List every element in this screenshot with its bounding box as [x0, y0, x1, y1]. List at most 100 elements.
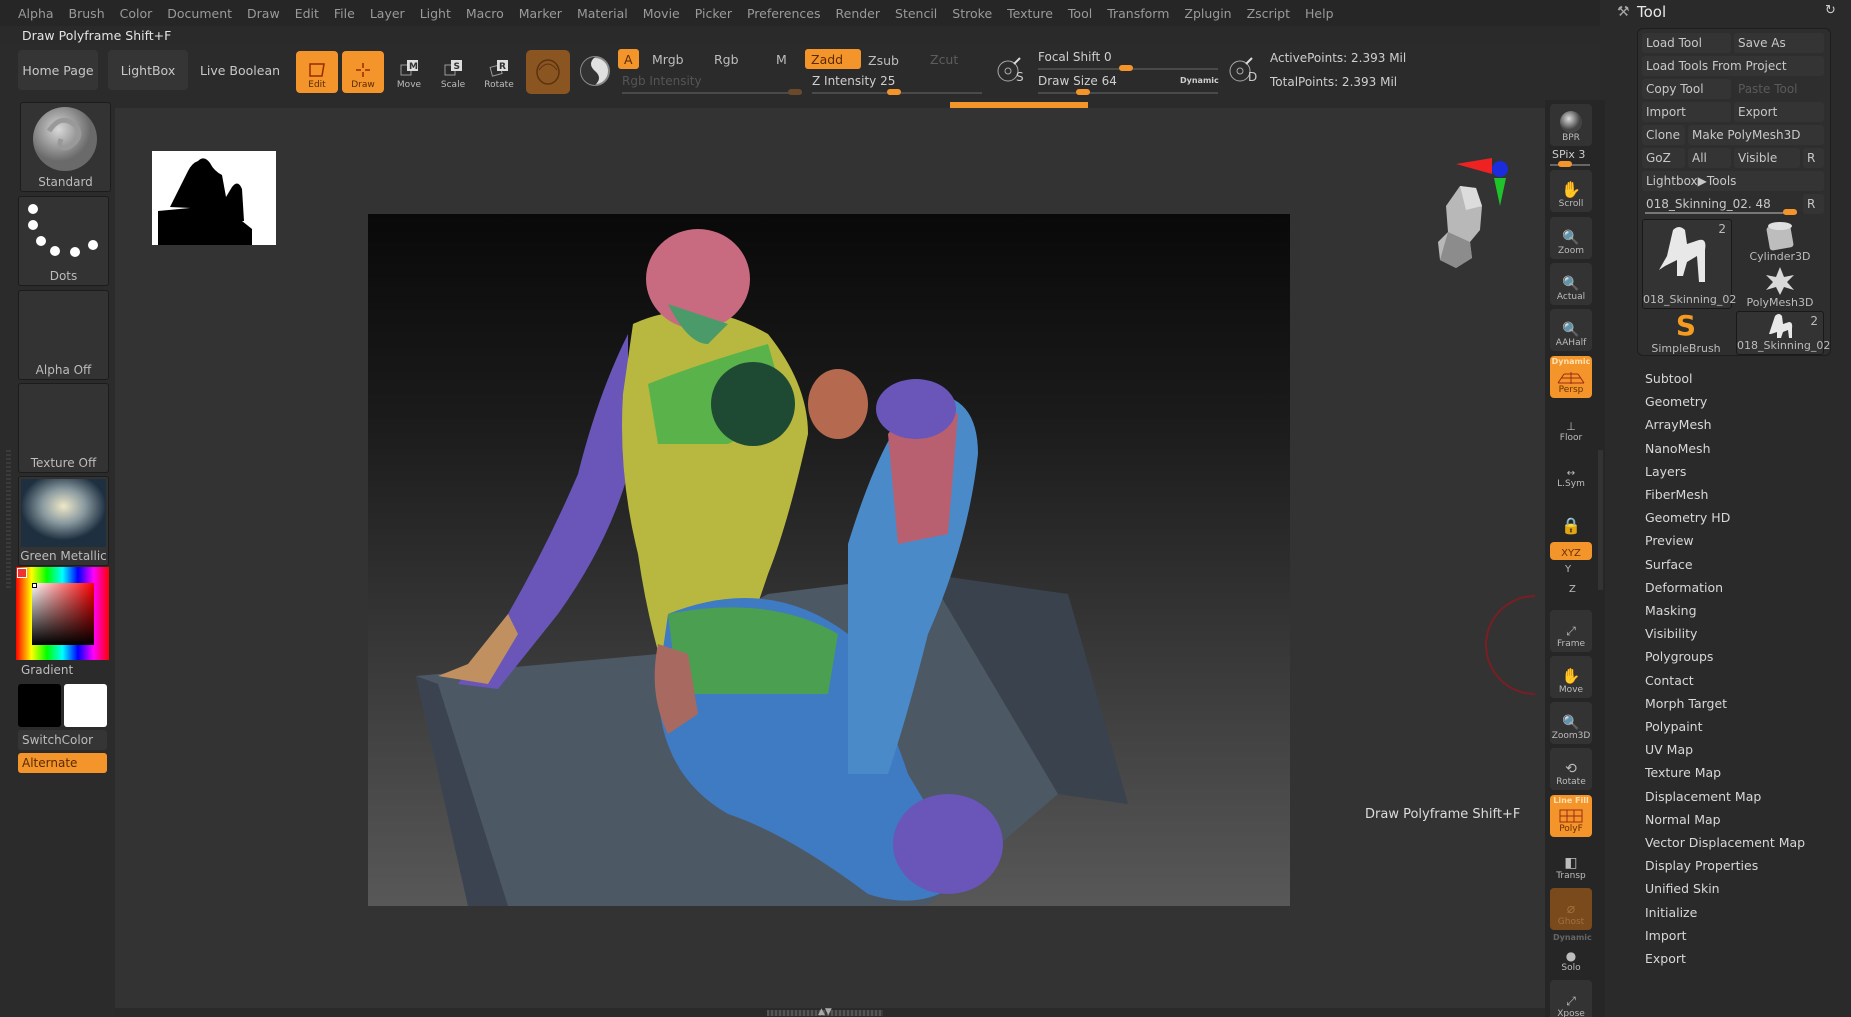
- tool-section-surface[interactable]: Surface: [1645, 557, 1693, 572]
- import-button[interactable]: Import: [1642, 102, 1731, 122]
- tool-section-displacement-map[interactable]: Displacement Map: [1645, 789, 1761, 804]
- tool-section-vector-displacement-map[interactable]: Vector Displacement Map: [1645, 835, 1805, 850]
- alternate-button[interactable]: Alternate: [18, 753, 107, 773]
- draw-size-knob[interactable]: [1076, 89, 1090, 95]
- solo-button[interactable]: ● Solo: [1550, 938, 1592, 976]
- copy-tool-button[interactable]: Copy Tool: [1642, 79, 1731, 99]
- edit-button[interactable]: Edit: [296, 51, 338, 93]
- current-tool-r-button[interactable]: R: [1803, 194, 1824, 214]
- tool-section-geometry[interactable]: Geometry: [1645, 394, 1707, 409]
- menu-edit[interactable]: Edit: [295, 6, 319, 21]
- tool-thumb-skinning-2[interactable]: 2 018_Skinning_02: [1736, 311, 1830, 355]
- menu-movie[interactable]: Movie: [643, 6, 680, 21]
- tool-thumb-polymesh[interactable]: PolyMesh3D: [1736, 265, 1824, 311]
- sculptris-pro-button[interactable]: [526, 50, 570, 94]
- menu-brush[interactable]: Brush: [69, 6, 105, 21]
- d-stroke-button[interactable]: D: [1228, 56, 1258, 86]
- secondary-color-swatch[interactable]: [64, 684, 107, 727]
- switch-color-button[interactable]: SwitchColor: [18, 730, 107, 750]
- tool-thumb-cylinder[interactable]: Cylinder3D: [1736, 219, 1824, 265]
- load-tool-button[interactable]: Load Tool: [1642, 33, 1731, 53]
- tool-section-geometry-hd[interactable]: Geometry HD: [1645, 510, 1730, 525]
- tool-section-layers[interactable]: Layers: [1645, 464, 1686, 479]
- scroll-button[interactable]: ✋ Scroll: [1550, 170, 1592, 212]
- menu-picker[interactable]: Picker: [695, 6, 732, 21]
- tool-section-preview[interactable]: Preview: [1645, 533, 1694, 548]
- save-as-button[interactable]: Save As: [1734, 33, 1824, 53]
- move3d-button[interactable]: ✋ Move: [1550, 656, 1592, 698]
- tool-section-import[interactable]: Import: [1645, 928, 1687, 943]
- panel-reset-icon[interactable]: ↻: [1825, 3, 1836, 18]
- z-intensity-knob[interactable]: [887, 89, 901, 95]
- clone-button[interactable]: Clone: [1642, 125, 1685, 145]
- menu-zplugin[interactable]: Zplugin: [1184, 6, 1231, 21]
- draw-size-slider[interactable]: [1038, 92, 1218, 94]
- menu-document[interactable]: Document: [167, 6, 232, 21]
- lock-camera-button[interactable]: 🔒: [1550, 496, 1592, 538]
- menu-light[interactable]: Light: [420, 6, 451, 21]
- left-shelf-scrollbar[interactable]: [6, 450, 11, 590]
- stroke-selector[interactable]: Dots: [18, 196, 109, 286]
- tool-section-texture-map[interactable]: Texture Map: [1645, 765, 1721, 780]
- menu-alpha[interactable]: Alpha: [18, 6, 54, 21]
- rgb-intensity-knob[interactable]: [788, 89, 802, 95]
- paste-tool-button[interactable]: Paste Tool: [1734, 79, 1824, 99]
- xpose-button[interactable]: ⤢ Xpose: [1550, 980, 1592, 1017]
- tool-section-deformation[interactable]: Deformation: [1645, 580, 1723, 595]
- goz-r-button[interactable]: R: [1803, 148, 1824, 168]
- color-saturation-square[interactable]: [32, 583, 94, 645]
- zadd-toggle[interactable]: Zadd: [805, 49, 861, 69]
- color-cursor[interactable]: [32, 583, 37, 588]
- make-polymesh-button[interactable]: Make PolyMesh3D: [1688, 125, 1824, 145]
- bpr-button[interactable]: BPR: [1550, 104, 1592, 146]
- actual-button[interactable]: 🔍 Actual: [1550, 263, 1592, 305]
- goz-visible-button[interactable]: Visible: [1734, 148, 1800, 168]
- zsub-toggle[interactable]: Zsub: [862, 50, 905, 70]
- tool-section-nanomesh[interactable]: NanoMesh: [1645, 441, 1711, 456]
- m-toggle[interactable]: M: [770, 49, 793, 69]
- menu-render[interactable]: Render: [836, 6, 881, 21]
- menu-layer[interactable]: Layer: [370, 6, 405, 21]
- load-tools-from-project-button[interactable]: Load Tools From Project: [1642, 56, 1824, 76]
- tool-panel-title[interactable]: Tool: [1637, 3, 1666, 21]
- current-tool-knob[interactable]: [1783, 209, 1797, 215]
- menu-stencil[interactable]: Stencil: [895, 6, 937, 21]
- document-viewport[interactable]: [368, 214, 1290, 906]
- menu-tool[interactable]: Tool: [1068, 6, 1092, 21]
- primary-color-swatch[interactable]: [18, 684, 61, 727]
- menu-draw[interactable]: Draw: [247, 6, 280, 21]
- tool-section-contact[interactable]: Contact: [1645, 673, 1694, 688]
- tool-section-visibility[interactable]: Visibility: [1645, 626, 1697, 641]
- tool-section-initialize[interactable]: Initialize: [1645, 905, 1697, 920]
- tool-section-subtool[interactable]: Subtool: [1645, 371, 1692, 386]
- floor-button[interactable]: ⊥ Floor: [1550, 404, 1592, 446]
- tool-thumb-skinning[interactable]: 2 018_Skinning_02: [1642, 219, 1736, 309]
- tool-section-polypaint[interactable]: Polypaint: [1645, 719, 1703, 734]
- tool-section-unified-skin[interactable]: Unified Skin: [1645, 881, 1720, 896]
- transp-button[interactable]: ◧ Transp: [1550, 842, 1592, 884]
- tool-section-arraymesh[interactable]: ArrayMesh: [1645, 417, 1712, 432]
- tool-section-morph-target[interactable]: Morph Target: [1645, 696, 1727, 711]
- goz-all-button[interactable]: All: [1688, 148, 1731, 168]
- menu-preferences[interactable]: Preferences: [747, 6, 821, 21]
- lightbox-tools-button[interactable]: Lightbox▶Tools: [1642, 171, 1824, 191]
- menu-texture[interactable]: Texture: [1007, 6, 1053, 21]
- ghost-button[interactable]: ⌀ Ghost: [1550, 888, 1592, 930]
- tool-section-polygroups[interactable]: Polygroups: [1645, 649, 1713, 664]
- tool-section-uv-map[interactable]: UV Map: [1645, 742, 1693, 757]
- lsym-button[interactable]: ↔ L.Sym: [1550, 450, 1592, 492]
- menu-material[interactable]: Material: [577, 6, 628, 21]
- scale-button[interactable]: S Scale: [432, 51, 474, 93]
- tool-section-masking[interactable]: Masking: [1645, 603, 1697, 618]
- tool-section-display-properties[interactable]: Display Properties: [1645, 858, 1758, 873]
- navigation-gizmo[interactable]: [1400, 150, 1520, 280]
- menu-stroke[interactable]: Stroke: [952, 6, 992, 21]
- frame-button[interactable]: ⤢ Frame: [1550, 610, 1592, 652]
- dynamic-toggle[interactable]: Dynamic: [1180, 76, 1219, 85]
- rotate-button[interactable]: R Rotate: [478, 51, 520, 93]
- menu-transform[interactable]: Transform: [1107, 6, 1169, 21]
- menu-color[interactable]: Color: [120, 6, 153, 21]
- gradient-label[interactable]: Gradient: [21, 663, 73, 677]
- zoom3d-button[interactable]: 🔍 Zoom3D: [1550, 702, 1592, 744]
- zoom-button[interactable]: 🔍 Zoom: [1550, 217, 1592, 259]
